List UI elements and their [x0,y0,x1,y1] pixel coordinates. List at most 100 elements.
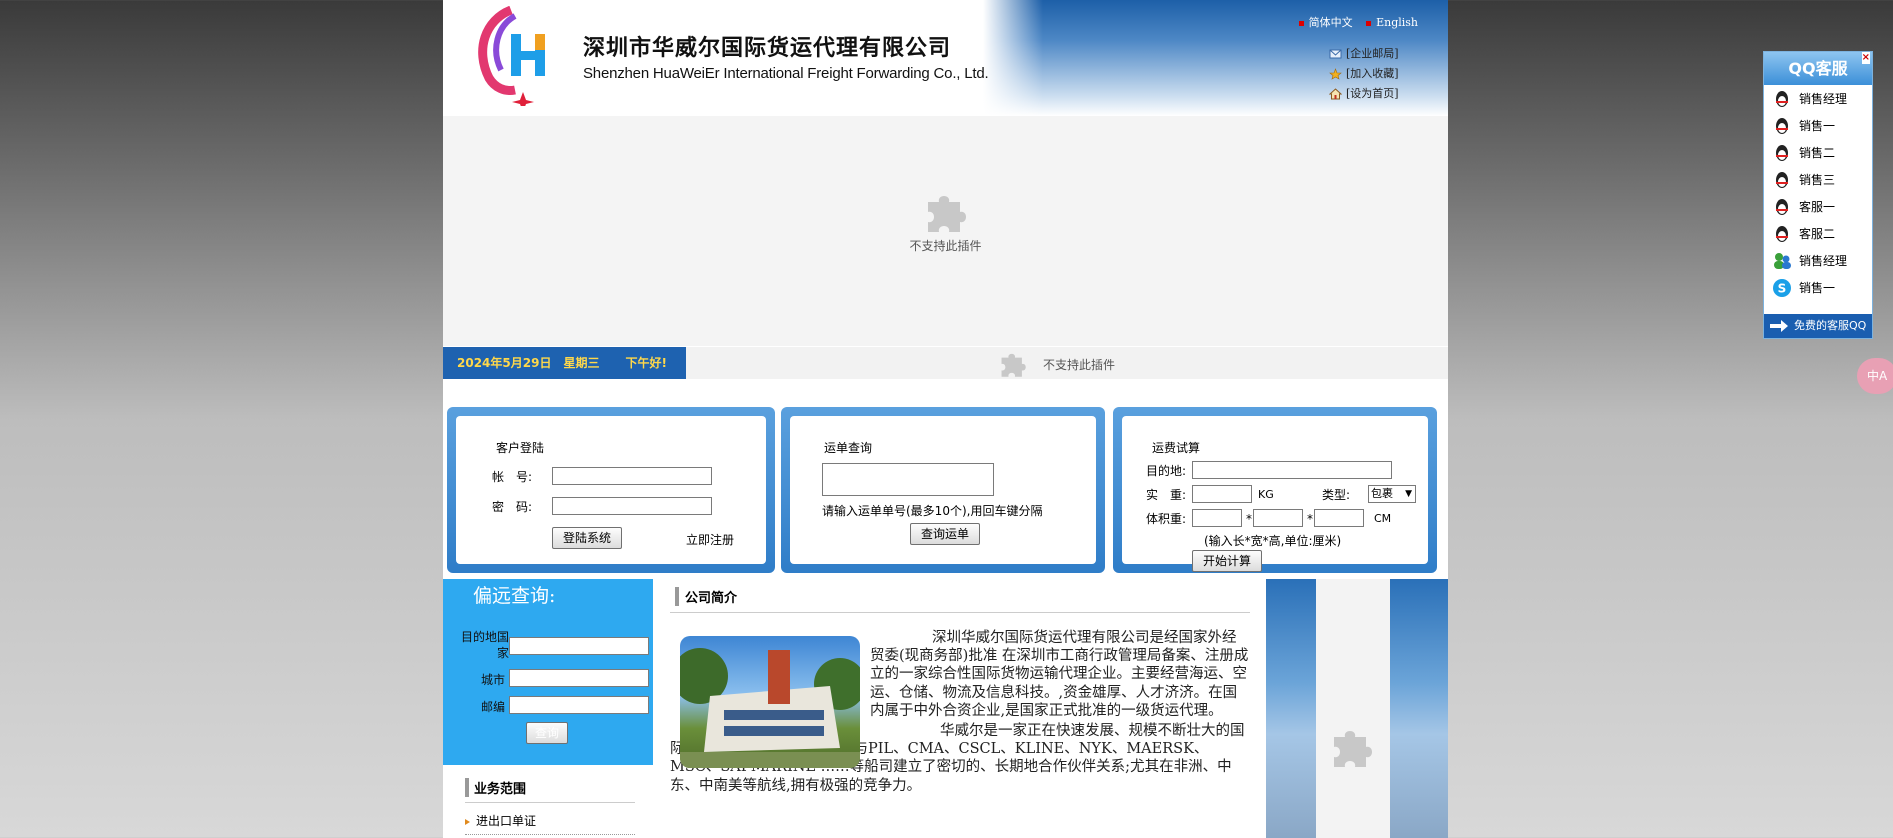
msn-contact[interactable]: 销售经理 [1764,247,1872,274]
svg-text:S: S [1778,281,1787,295]
dest-input[interactable] [1192,461,1392,479]
flash-banner-placeholder: 不支持此插件 [443,116,1448,346]
qq-penguin-icon [1776,198,1788,215]
current-weekday: 星期三 [563,356,600,370]
business-item[interactable]: 进出口单证 [465,812,536,829]
page: 深圳市华威尔国际货运代理有限公司 Shenzhen HuaWeiEr Inter… [443,0,1448,838]
height-input[interactable] [1314,509,1364,527]
logo-area: 深圳市华威尔国际货运代理有限公司 Shenzhen HuaWeiEr Inter… [443,0,1043,116]
account-label: 帐 号: [492,470,533,484]
qq-header: QQ客服 × [1764,52,1872,85]
width-input[interactable] [1253,509,1303,527]
ticker-plugin-placeholder: 不支持此插件 [999,350,1115,378]
favorite-link[interactable]: [加入收藏] [1329,64,1399,84]
qq-contact-list: 销售经理 销售一 销售二 销售三 客服一 客服二 销售经理 S 销售一 [1764,85,1872,301]
type-select[interactable]: 包裹 ▼ [1368,485,1416,503]
qq-contact[interactable]: 销售二 [1764,139,1872,166]
arrow-right-icon [1770,320,1788,332]
qq-penguin-icon [1776,144,1788,161]
homepage-link[interactable]: [设为首页] [1329,84,1399,104]
times-sign: * [1307,512,1313,526]
divider [465,834,635,835]
qq-footer-link[interactable]: 免费的客服QQ [1764,314,1872,338]
freight-calc-panel: 运费试算 目的地: 实 重: KG 类型: 包裹 ▼ 体积重: * * CM (输… [1113,407,1437,573]
weight-unit: KG [1258,488,1274,501]
company-intro: 公司简介 深圳华威尔国际货运代理有限公司是经国家外经贸委(现商务部)批准 在深圳… [670,579,1250,838]
calc-title: 运费试算 [1152,441,1201,455]
qq-penguin-icon [1776,90,1788,107]
remote-query-button[interactable]: 查询 [526,722,568,744]
type-select-value: 包裹 [1371,487,1393,500]
length-input[interactable] [1192,509,1242,527]
puzzle-icon [1334,731,1372,767]
qq-contact[interactable]: 销售三 [1764,166,1872,193]
dest-label: 目的地: [1146,464,1187,478]
close-icon[interactable]: × [1861,52,1870,64]
account-input[interactable] [552,467,712,485]
password-label: 密 码: [492,500,533,514]
greeting: 下午好! [625,356,667,370]
login-title: 客户登陆 [496,441,545,455]
city-input[interactable] [509,669,649,687]
weight-input[interactable] [1192,485,1252,503]
qq-penguin-icon [1776,171,1788,188]
intro-title: 公司简介 [675,587,737,606]
divider [670,612,1250,613]
country-input[interactable] [509,637,649,655]
company-name-cn: 深圳市华威尔国际货运代理有限公司 [583,35,952,61]
city-label: 城市 [480,673,505,687]
favorite-icon [1329,68,1342,80]
password-input[interactable] [552,497,712,515]
zip-input[interactable] [509,696,649,714]
language-switch: 简体中文 English [1289,14,1418,30]
translate-float-button[interactable]: 中A [1857,358,1893,394]
waybill-textarea[interactable] [822,463,994,496]
remote-area-query: 偏远查询: 目的地国家 城市 邮编 查询 [443,579,653,765]
plugin-placeholder: 不支持此插件 [443,190,1448,254]
country-label: 目的地国家 [460,630,509,660]
calculate-button[interactable]: 开始计算 [1192,550,1262,572]
tracking-title: 运单查询 [824,441,873,455]
quick-links: [企业邮局] [加入收藏] [设为首页] [1329,44,1399,104]
plugin-placeholder [1316,579,1390,838]
mail-link[interactable]: [企业邮局] [1329,44,1399,64]
side-banner-image [1266,579,1448,838]
qq-contact[interactable]: 销售一 [1764,112,1872,139]
company-logo [478,6,545,106]
header: 深圳市华威尔国际货运代理有限公司 Shenzhen HuaWeiEr Inter… [443,0,1448,116]
msn-user-icon [1774,252,1791,269]
volume-label: 体积重: [1146,512,1187,526]
login-button[interactable]: 登陆系统 [552,527,622,549]
date-bar: 2024年5月29日 星期三 下午好! 不支持此插件 [443,347,1448,379]
puzzle-icon [1001,353,1026,377]
home-icon [1329,88,1342,100]
chevron-down-icon: ▼ [1405,489,1412,499]
business-title: 业务范围 [465,778,526,797]
mail-icon [1329,49,1342,59]
qq-title: QQ客服 [1788,59,1848,78]
company-building-photo [680,636,860,768]
qq-service-float: QQ客服 × 销售经理 销售一 销售二 销售三 客服一 客服二 销售经理 S 销售… [1763,51,1873,339]
puzzle-icon [927,196,966,232]
qq-contact[interactable]: 销售经理 [1764,85,1872,112]
remote-query-title: 偏远查询: [473,585,556,607]
lang-en-link[interactable]: English [1366,16,1418,29]
tracking-panel: 运单查询 请输入运单单号(最多10个),用回车键分隔 查询运单 [781,407,1105,573]
login-panel: 客户登陆 帐 号: 密 码: 登陆系统 立即注册 [447,407,775,573]
qq-penguin-icon [1776,225,1788,242]
weight-label: 实 重: [1146,488,1187,502]
intro-paragraph-1: 深圳华威尔国际货运代理有限公司是经国家外经贸委(现商务部)批准 在深圳市工商行政… [870,630,1249,719]
divider [465,802,635,803]
business-scope: 业务范围 进出口单证 [443,765,653,838]
type-label: 类型: [1322,488,1351,502]
lang-cn-link[interactable]: 简体中文 [1298,16,1353,29]
register-link[interactable]: 立即注册 [686,531,734,548]
query-waybill-button[interactable]: 查询运单 [910,523,980,545]
skype-contact[interactable]: S 销售一 [1764,274,1872,301]
volume-hint: (输入长*宽*高,单位:厘米) [1204,534,1342,548]
qq-contact[interactable]: 客服一 [1764,193,1872,220]
times-sign: * [1246,512,1252,526]
qq-contact[interactable]: 客服二 [1764,220,1872,247]
qq-penguin-icon [1776,117,1788,134]
company-name-en: Shenzhen HuaWeiEr International Freight … [583,65,989,82]
